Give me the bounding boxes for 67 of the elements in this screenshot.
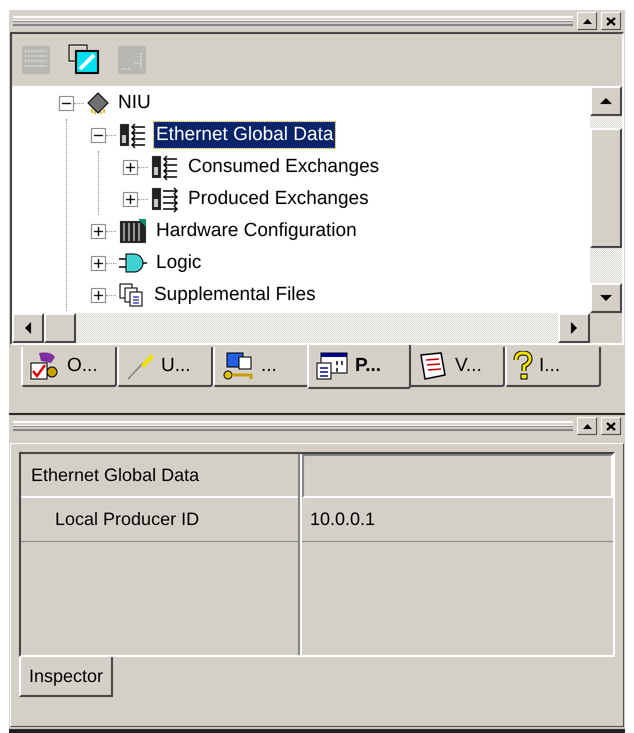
maximize-button[interactable] <box>577 12 597 30</box>
triangle-up-icon <box>582 18 592 24</box>
tab[interactable]: Inspector <box>19 657 114 697</box>
question-icon <box>513 351 533 381</box>
category-cell[interactable]: Ethernet Global Data <box>21 454 298 498</box>
maximize-button[interactable] <box>577 417 597 435</box>
rack-icon <box>118 217 148 245</box>
plus-icon <box>126 194 135 204</box>
toolbar-button[interactable] <box>68 44 100 76</box>
probe-icon <box>125 351 155 381</box>
expander[interactable] <box>91 288 106 302</box>
plus-icon <box>94 226 103 236</box>
tab[interactable]: O... <box>21 347 117 387</box>
plus-icon <box>94 258 103 268</box>
expander[interactable] <box>91 224 106 238</box>
gripper[interactable] <box>13 16 573 26</box>
expander[interactable] <box>91 256 106 270</box>
tree-item[interactable]: Ethernet Global Data <box>154 122 336 148</box>
tab[interactable]: ... <box>213 347 309 387</box>
property-name-cell[interactable]: Local Producer ID <box>21 498 298 542</box>
triangle-arrow-icon <box>571 322 577 334</box>
close-icon <box>606 422 616 430</box>
chip-icon <box>86 91 110 115</box>
scroll-arrow-button[interactable] <box>590 283 622 313</box>
windows-edit-icon <box>68 44 100 76</box>
scroll-arrow-button[interactable] <box>12 313 44 343</box>
exchange-icon <box>150 185 180 213</box>
tree-item[interactable]: NIU <box>116 90 153 116</box>
close-icon <box>606 16 616 26</box>
scroll-arrow-button[interactable] <box>558 313 590 343</box>
triangle-arrow-icon <box>25 322 31 334</box>
plus-icon <box>126 162 135 172</box>
triangle-arrow-icon <box>600 295 612 301</box>
tree-item[interactable]: Supplemental Files <box>152 282 318 308</box>
close-button[interactable] <box>601 417 621 435</box>
gripper[interactable] <box>13 421 573 431</box>
horizontal-scrollbar[interactable] <box>12 313 590 343</box>
expander[interactable] <box>123 160 138 174</box>
plus-icon <box>94 290 103 300</box>
vertical-scrollbar[interactable] <box>590 86 622 313</box>
tree-item[interactable]: Hardware Configuration <box>154 218 359 244</box>
tab[interactable]: U... <box>117 347 213 387</box>
scroll-icon <box>417 351 449 381</box>
triangle-arrow-icon <box>600 98 612 104</box>
properties-icon <box>315 351 349 381</box>
property-value-cell[interactable]: 10.0.0.1 <box>302 498 613 542</box>
scroll-thumb[interactable] <box>44 313 76 343</box>
grid-icon <box>21 45 51 75</box>
scroll-arrow-button[interactable] <box>590 86 622 116</box>
exchange-icon <box>150 153 180 181</box>
tab[interactable]: P... <box>307 345 411 389</box>
scrollbar-corner <box>590 313 622 343</box>
computer-key-icon <box>221 351 255 381</box>
logic-gate-icon <box>118 251 148 275</box>
tree-item[interactable]: Logic <box>154 250 204 276</box>
tree-item[interactable]: Consumed Exchanges <box>186 154 382 180</box>
tab[interactable]: I... <box>505 347 601 387</box>
exchange-icon <box>118 121 148 149</box>
triangle-up-icon <box>582 424 592 428</box>
scroll-thumb[interactable] <box>590 128 622 248</box>
expander[interactable] <box>123 192 138 206</box>
expander[interactable] <box>59 96 74 110</box>
close-button[interactable] <box>601 12 621 30</box>
tree-item[interactable]: Produced Exchanges <box>186 186 371 212</box>
tab[interactable]: V... <box>409 347 505 387</box>
expander[interactable] <box>91 128 106 142</box>
layout-icon <box>117 45 147 75</box>
